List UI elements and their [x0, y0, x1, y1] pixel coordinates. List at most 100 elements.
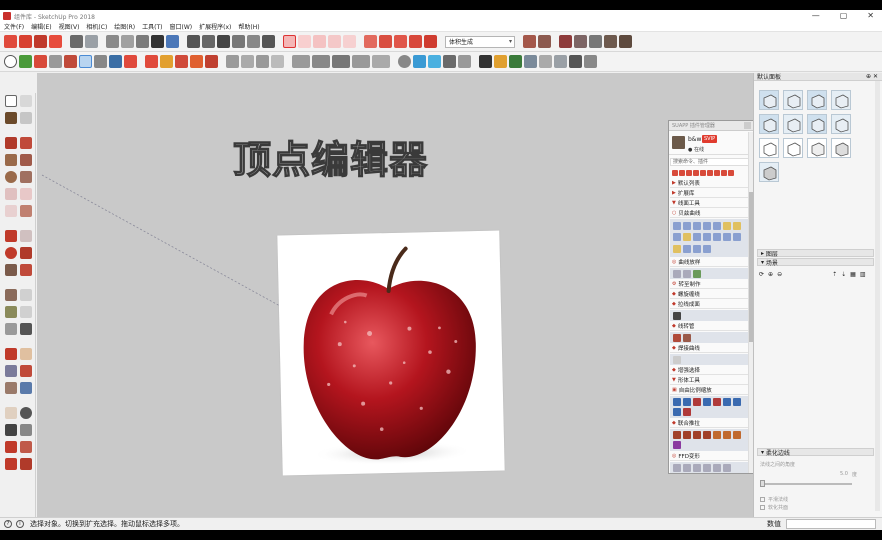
pencil-icon[interactable] — [700, 169, 706, 176]
cube-texture-icon[interactable] — [574, 35, 587, 48]
category-lines-to-face[interactable]: ◆ 拉线成面 — [670, 300, 748, 309]
minimize-button[interactable]: — — [812, 11, 820, 20]
dimension-icon[interactable] — [20, 289, 32, 301]
flower-icon[interactable] — [190, 55, 203, 68]
curve-tool-icon[interactable] — [683, 245, 691, 253]
building-icon[interactable] — [202, 35, 215, 48]
eraser-icon[interactable] — [49, 55, 62, 68]
plus-icon[interactable] — [672, 169, 678, 176]
circle-tool-icon[interactable] — [4, 55, 17, 68]
cloud-upload-icon[interactable] — [413, 55, 426, 68]
details-icon[interactable]: ▥ — [860, 271, 866, 278]
walk-icon[interactable] — [5, 424, 17, 436]
scale-tool-icon[interactable] — [713, 398, 721, 406]
followme-icon[interactable] — [20, 247, 32, 259]
smooth-normals-checkbox[interactable] — [760, 497, 765, 502]
curve-tool-icon[interactable] — [713, 233, 721, 241]
menu-file[interactable]: 文件(F) — [4, 22, 24, 31]
menu-tools[interactable]: 工具(T) — [142, 22, 162, 31]
view-top-button[interactable] — [783, 90, 803, 110]
rotate-icon[interactable] — [5, 247, 17, 259]
scale-tool-icon[interactable] — [5, 264, 17, 276]
weld-tool-icon[interactable] — [673, 356, 681, 364]
speaker-icon[interactable] — [539, 55, 552, 68]
close-icon[interactable] — [744, 122, 751, 129]
leaf-icon[interactable] — [494, 55, 507, 68]
close-button[interactable]: ✕ — [867, 11, 874, 20]
wall-icon[interactable] — [292, 55, 310, 68]
view-iso-button[interactable] — [759, 90, 779, 110]
elephant-icon[interactable] — [424, 35, 437, 48]
apple-image[interactable] — [277, 230, 505, 476]
rail-icon[interactable] — [372, 55, 390, 68]
curve-tool-icon[interactable] — [683, 233, 691, 241]
pie-tool-icon[interactable] — [20, 205, 32, 217]
scale-tool-icon[interactable] — [693, 398, 701, 406]
plugin-tool-icon[interactable] — [4, 35, 17, 48]
panel-alt-icon[interactable] — [241, 55, 254, 68]
ffd-tool-icon[interactable] — [703, 464, 711, 472]
category-line-to-tube[interactable]: ◆ 线转管 — [670, 322, 748, 331]
volume-combo[interactable]: 体积生成 ▾ — [445, 35, 515, 48]
sneaker-icon[interactable] — [479, 55, 492, 68]
drape-icon[interactable] — [20, 458, 32, 470]
default-tray-header[interactable]: 默认面板 ⊕ ✕ — [754, 73, 882, 81]
bottle-icon[interactable] — [94, 55, 107, 68]
curve-tool-icon[interactable] — [673, 222, 681, 230]
menu-help[interactable]: 帮助(H) — [238, 22, 259, 31]
category-shape-tools[interactable]: ▼ 形体工具 — [670, 376, 748, 385]
arrow-down-icon[interactable] — [175, 55, 188, 68]
curve-tool-icon[interactable] — [723, 233, 731, 241]
book-icon[interactable] — [151, 35, 164, 48]
loft-tool-icon[interactable] — [673, 270, 681, 278]
menu-edit[interactable]: 编辑(E) — [31, 22, 51, 31]
shield-red-icon[interactable] — [379, 35, 392, 48]
orbit-icon[interactable] — [5, 348, 17, 360]
ffd-tool-icon[interactable] — [713, 464, 721, 472]
arc-3pt-icon[interactable] — [5, 205, 17, 217]
paint-icon[interactable] — [64, 55, 77, 68]
soften-coplanar-checkbox[interactable] — [760, 505, 765, 510]
scale-tool-icon[interactable] — [673, 398, 681, 406]
arc-icon[interactable] — [5, 188, 17, 200]
remove-scene-icon[interactable]: ⊖ — [777, 271, 782, 278]
angle-slider[interactable] — [760, 480, 852, 487]
lock-icon[interactable] — [256, 55, 269, 68]
layer-icon[interactable] — [166, 35, 179, 48]
category-ffd[interactable]: ◎ FFD变形 — [670, 452, 748, 461]
film-icon[interactable] — [584, 55, 597, 68]
globe-icon[interactable] — [398, 55, 411, 68]
curve-tool-icon[interactable] — [703, 245, 711, 253]
view-front-button[interactable] — [807, 90, 827, 110]
ffd-tool-icon[interactable] — [723, 464, 731, 472]
circuit-icon[interactable] — [524, 55, 537, 68]
category-spiral-wrap[interactable]: ◆ 螺旋缠绕 — [670, 290, 748, 299]
category-bezier[interactable]: ○ 贝兹曲线 — [670, 209, 748, 218]
red-grid-icon[interactable] — [283, 35, 296, 48]
car-icon[interactable] — [443, 55, 456, 68]
list-icon[interactable] — [679, 169, 685, 176]
curve-tool-icon[interactable] — [733, 222, 741, 230]
home-icon[interactable] — [217, 35, 230, 48]
curve-tool-icon[interactable] — [703, 222, 711, 230]
loft-tool-icon[interactable] — [693, 270, 701, 278]
scale-tool-icon[interactable] — [723, 398, 731, 406]
look-around-icon[interactable] — [20, 407, 32, 419]
scale-tool-icon[interactable] — [673, 408, 681, 416]
add-scene-icon[interactable]: ⊕ — [768, 271, 773, 278]
curve-tool-icon[interactable] — [683, 222, 691, 230]
style-textured-button[interactable] — [831, 138, 851, 158]
zoom-window-icon[interactable] — [20, 365, 32, 377]
ffd-tool-icon[interactable] — [673, 464, 681, 472]
stamp-icon[interactable] — [5, 458, 17, 470]
curve-tool-icon[interactable] — [693, 233, 701, 241]
view-back-button[interactable] — [759, 114, 779, 134]
scale-icon[interactable] — [394, 35, 407, 48]
pie-icon[interactable] — [313, 35, 326, 48]
cube-select-icon[interactable] — [70, 35, 83, 48]
maximize-button[interactable]: ▢ — [840, 11, 848, 20]
diamond-icon[interactable] — [121, 35, 134, 48]
view-right-button[interactable] — [831, 90, 851, 110]
category-joint-pushpull[interactable]: ◆ 联合推拉 — [670, 419, 748, 428]
menu-extensions[interactable]: 扩展程序(x) — [199, 22, 231, 31]
